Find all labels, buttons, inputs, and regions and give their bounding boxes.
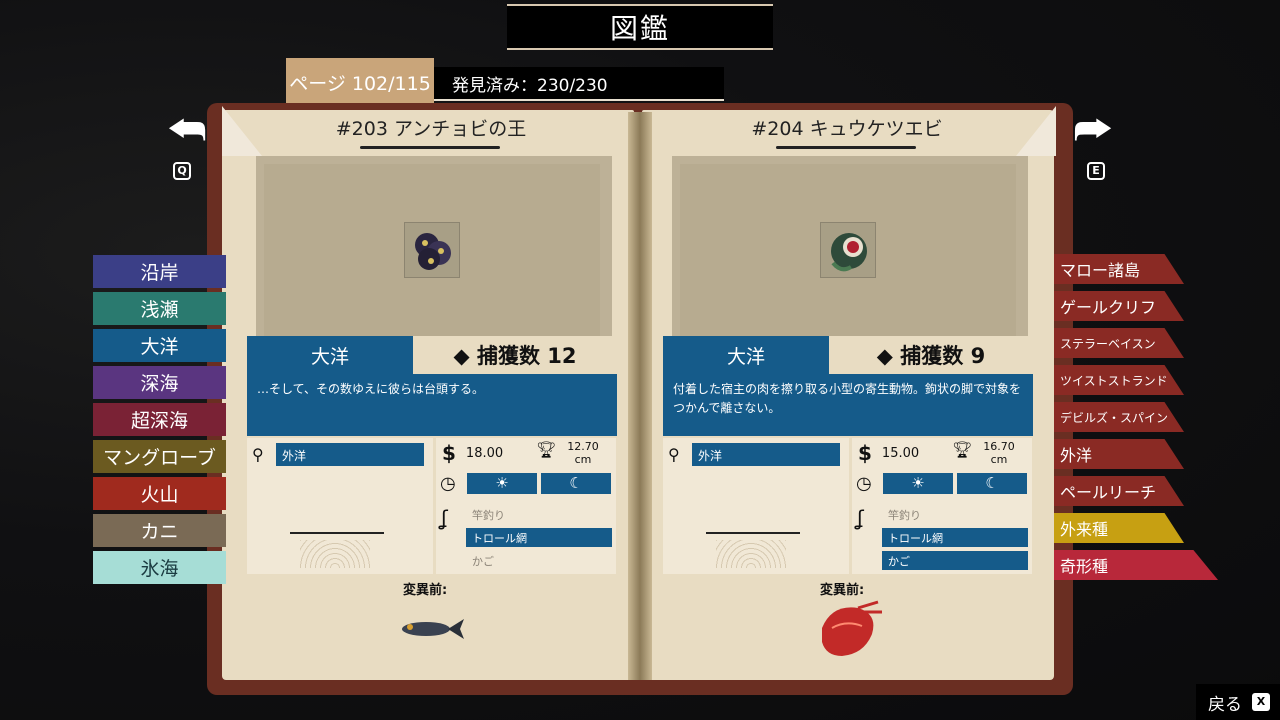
region-tab[interactable]: 奇形種 xyxy=(1054,550,1218,580)
left-trophy-unit: cm xyxy=(574,453,592,466)
left-title-underline xyxy=(360,146,500,149)
blood-sucking-shrimp-icon xyxy=(820,222,876,278)
region-tab[interactable]: 外来種 xyxy=(1054,513,1184,543)
right-description: 付着した宿主の肉を擦り取る小型の寄生動物。鉤状の脚で対象をつかんで離さない。 xyxy=(663,374,1033,436)
anchovy-icon xyxy=(398,614,468,648)
left-trophy-box: 🏆︎ 12.70 cm xyxy=(532,439,614,467)
night-moon-icon: ☾ xyxy=(957,473,1027,494)
dollar-icon: $ xyxy=(442,441,456,465)
right-trophy-box: 🏆︎ 16.70 cm xyxy=(948,439,1030,467)
fishing-hook-icon: ʆ xyxy=(857,506,864,530)
right-catch-count: ◆ 捕獲数 9 xyxy=(829,336,1033,374)
category-tab[interactable]: 深海 xyxy=(93,366,226,399)
right-price-box: $15.00 xyxy=(852,439,940,467)
prev-page-arrow-icon[interactable]: ⮪ xyxy=(160,108,214,152)
night-moon-icon: ☾ xyxy=(541,473,611,494)
right-title-underline xyxy=(776,146,916,149)
right-gear-pot: かご xyxy=(882,551,1028,570)
category-tab[interactable]: マングローブ xyxy=(93,440,226,473)
right-trophy-value: 16.70 xyxy=(983,440,1015,453)
category-tab[interactable]: 火山 xyxy=(93,477,226,510)
left-trophy-value: 12.70 xyxy=(567,440,599,453)
region-tab[interactable]: 外洋 xyxy=(1054,439,1184,469)
back-key: X xyxy=(1252,693,1270,711)
right-depth-waves xyxy=(716,540,786,568)
anchovy-king-icon xyxy=(404,222,460,278)
location-pin-icon: ⚲ xyxy=(252,445,264,464)
left-depth-waves xyxy=(300,540,370,568)
category-tab[interactable]: 超深海 xyxy=(93,403,226,436)
clock-icon: ◷ xyxy=(440,473,456,494)
right-mutation-label: 変異前: xyxy=(820,583,865,598)
left-price-box: $18.00 xyxy=(436,439,524,467)
right-gear-trawl: トロール網 xyxy=(882,528,1028,547)
region-tab[interactable]: ペールリーチ xyxy=(1054,476,1184,506)
region-tab[interactable]: ステラーベイスン xyxy=(1054,328,1184,358)
encyclopedia-title: 図鑑 xyxy=(507,4,773,50)
region-tab[interactable]: マロー諸島 xyxy=(1054,254,1184,284)
right-habitat: 大洋 xyxy=(663,336,829,374)
next-page-key: E xyxy=(1087,162,1105,180)
right-location: 外洋 xyxy=(692,443,840,466)
day-sun-icon: ☀ xyxy=(467,473,537,494)
next-page-arrow-icon[interactable]: ⮫ xyxy=(1066,108,1120,152)
book-spine xyxy=(628,112,652,680)
dollar-icon: $ xyxy=(858,441,872,465)
left-location: 外洋 xyxy=(276,443,424,466)
fishing-hook-icon: ʆ xyxy=(441,506,448,530)
right-page-corner[interactable] xyxy=(1016,106,1056,156)
right-trophy-unit: cm xyxy=(990,453,1008,466)
prev-page-key: Q xyxy=(173,162,191,180)
shrimp-icon xyxy=(812,598,884,666)
left-gear-rod: 竿釣り xyxy=(472,509,505,522)
trophy-icon: 🏆︎ xyxy=(952,440,973,459)
day-sun-icon: ☀ xyxy=(883,473,953,494)
discovered-counter: 発見済み：230/230 xyxy=(434,67,724,101)
left-page-corner[interactable] xyxy=(222,106,262,156)
left-price: 18.00 xyxy=(465,445,504,461)
back-label: 戻る xyxy=(1208,694,1242,715)
left-habitat: 大洋 xyxy=(247,336,413,374)
category-tab[interactable]: 沿岸 xyxy=(93,255,226,288)
category-tab[interactable]: 浅瀬 xyxy=(93,292,226,325)
left-depth-line xyxy=(290,532,384,534)
left-gear-pot: かご xyxy=(472,555,494,568)
region-tab[interactable]: ツイストストランド xyxy=(1054,365,1184,395)
category-tab[interactable]: カニ xyxy=(93,514,226,547)
back-button[interactable]: 戻る X xyxy=(1196,684,1280,720)
left-catch-count: ◆ 捕獲数 12 xyxy=(413,336,617,374)
right-fish-title: #204 キュウケツエビ xyxy=(751,118,943,140)
location-pin-icon: ⚲ xyxy=(668,445,680,464)
right-price: 15.00 xyxy=(881,445,920,461)
right-gear-rod: 竿釣り xyxy=(888,509,921,522)
page-counter: ページ 102/115 xyxy=(286,58,434,106)
category-tab[interactable]: 大洋 xyxy=(93,329,226,362)
clock-icon: ◷ xyxy=(856,473,872,494)
left-fish-title: #203 アンチョビの王 xyxy=(335,118,527,140)
left-description: …そして、その数ゆえに彼らは台頭する。 xyxy=(247,374,617,436)
left-mutation-label: 変異前: xyxy=(403,583,448,598)
left-gear-trawl: トロール網 xyxy=(466,528,612,547)
region-tab[interactable]: ゲールクリフ xyxy=(1054,291,1184,321)
trophy-icon: 🏆︎ xyxy=(536,440,557,459)
right-depth-line xyxy=(706,532,800,534)
region-tab[interactable]: デビルズ・スパイン xyxy=(1054,402,1184,432)
category-tab[interactable]: 氷海 xyxy=(93,551,226,584)
